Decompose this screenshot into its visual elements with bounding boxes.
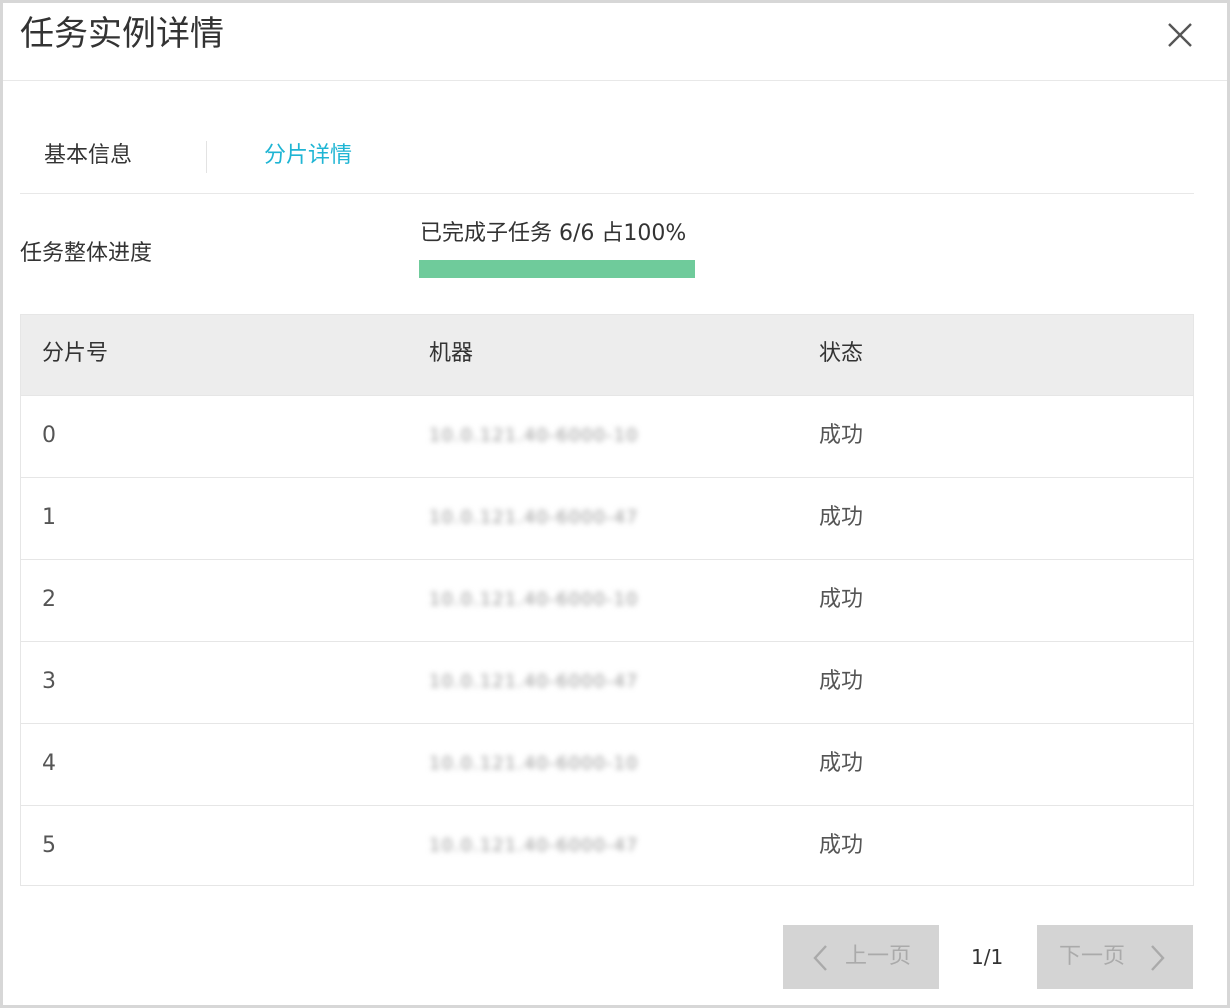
- column-header-status: 状态: [819, 341, 864, 366]
- cell-machine: 10.0.121.40-6000-10: [429, 589, 639, 610]
- cell-shard: 5: [42, 833, 56, 858]
- table-row: 1 10.0.121.40-6000-47 成功: [21, 477, 1193, 559]
- chevron-right-icon: [1151, 945, 1165, 971]
- task-instance-dialog: 任务实例详情 基本信息 分片详情 任务整体进度 已完成子任务 6/6 占100%…: [0, 0, 1230, 1008]
- cell-shard: 2: [42, 587, 56, 612]
- tab-divider: [206, 141, 207, 173]
- table-row: 4 10.0.121.40-6000-10 成功: [21, 723, 1193, 805]
- progress-bar: [419, 260, 695, 278]
- cell-machine: 10.0.121.40-6000-47: [429, 835, 639, 856]
- cell-status: 成功: [819, 833, 864, 858]
- table-row: 3 10.0.121.40-6000-47 成功: [21, 641, 1193, 723]
- table-header: 分片号 机器 状态: [21, 315, 1193, 395]
- progress-label: 任务整体进度: [20, 241, 153, 266]
- shard-table: 分片号 机器 状态 0 10.0.121.40-6000-10 成功 1 10.…: [20, 314, 1194, 886]
- column-header-machine: 机器: [429, 341, 474, 366]
- cell-machine: 10.0.121.40-6000-10: [429, 753, 639, 774]
- dialog-header: 任务实例详情: [3, 3, 1227, 81]
- column-header-shard: 分片号: [42, 341, 109, 366]
- next-page-button[interactable]: 下一页: [1037, 925, 1193, 989]
- cell-machine: 10.0.121.40-6000-47: [429, 671, 639, 692]
- cell-status: 成功: [819, 505, 864, 530]
- tab-bar: 基本信息 分片详情: [20, 113, 1194, 194]
- chevron-left-icon: [813, 945, 827, 971]
- cell-status: 成功: [819, 751, 864, 776]
- cell-shard: 4: [42, 751, 56, 776]
- cell-status: 成功: [819, 587, 864, 612]
- dialog-title: 任务实例详情: [20, 14, 224, 54]
- progress-text: 已完成子任务 6/6 占100%: [420, 221, 687, 246]
- progress-bar-fill: [419, 260, 695, 278]
- table-row: 0 10.0.121.40-6000-10 成功: [21, 395, 1193, 477]
- cell-machine: 10.0.121.40-6000-47: [429, 507, 639, 528]
- cell-shard: 3: [42, 669, 56, 694]
- cell-shard: 1: [42, 505, 56, 530]
- prev-page-button[interactable]: 上一页: [783, 925, 939, 989]
- table-row: 2 10.0.121.40-6000-10 成功: [21, 559, 1193, 641]
- close-button[interactable]: [1160, 15, 1200, 55]
- prev-page-label: 上一页: [845, 944, 912, 969]
- cell-status: 成功: [819, 423, 864, 448]
- tab-shard-details[interactable]: 分片详情: [264, 141, 352, 171]
- page-indicator: 1/1: [971, 945, 1004, 969]
- table-row: 5 10.0.121.40-6000-47 成功: [21, 805, 1193, 887]
- cell-shard: 0: [42, 423, 56, 448]
- close-icon: [1168, 23, 1192, 47]
- cell-machine: 10.0.121.40-6000-10: [429, 425, 639, 446]
- tab-basic-info[interactable]: 基本信息: [44, 141, 132, 171]
- next-page-label: 下一页: [1059, 944, 1126, 969]
- cell-status: 成功: [819, 669, 864, 694]
